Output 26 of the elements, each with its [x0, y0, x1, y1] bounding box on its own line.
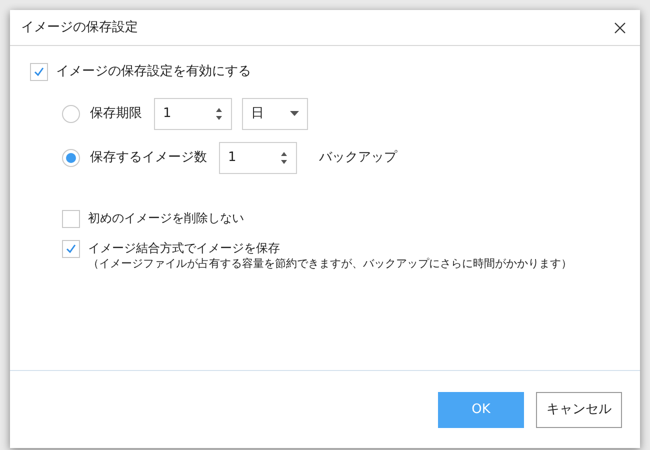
checkbox[interactable]	[62, 240, 80, 258]
close-icon[interactable]	[614, 22, 626, 34]
up-down-arrows-icon	[280, 150, 288, 164]
checkmark-icon	[66, 244, 76, 253]
number-spinner[interactable]: 1	[219, 142, 297, 174]
window-title: イメージの保存設定	[21, 18, 138, 37]
radio-label: 保存するイメージ数	[90, 148, 207, 167]
number-spinner[interactable]: 1	[154, 98, 232, 130]
dropdown-value: 日	[251, 104, 264, 123]
caret-icon	[290, 111, 299, 116]
cancel-button[interactable]: キャンセル	[536, 392, 622, 428]
radio-label: 保存期限	[90, 104, 142, 123]
radio-button[interactable]	[62, 148, 80, 166]
unit-label: バックアップ	[319, 148, 397, 167]
spinner-value: 1	[163, 104, 172, 123]
radio-button[interactable]	[62, 104, 80, 122]
checkbox-label: 初めのイメージを削除しない	[88, 210, 244, 226]
checkbox[interactable]	[62, 210, 80, 228]
spinner-value: 1	[228, 148, 236, 167]
checkbox-label: イメージの保存設定を有効にする	[56, 63, 251, 81]
checkmark-icon	[34, 67, 44, 76]
checkbox-label: イメージ結合方式でイメージを保存	[88, 240, 281, 256]
option-note: （イメージファイルが占有する容量を節約できますが、バックアップにさらに時間がかかります）	[88, 256, 572, 272]
unit-dropdown[interactable]: 日	[242, 98, 308, 130]
checkbox[interactable]	[30, 62, 48, 81]
up-down-arrows-icon	[215, 106, 223, 120]
